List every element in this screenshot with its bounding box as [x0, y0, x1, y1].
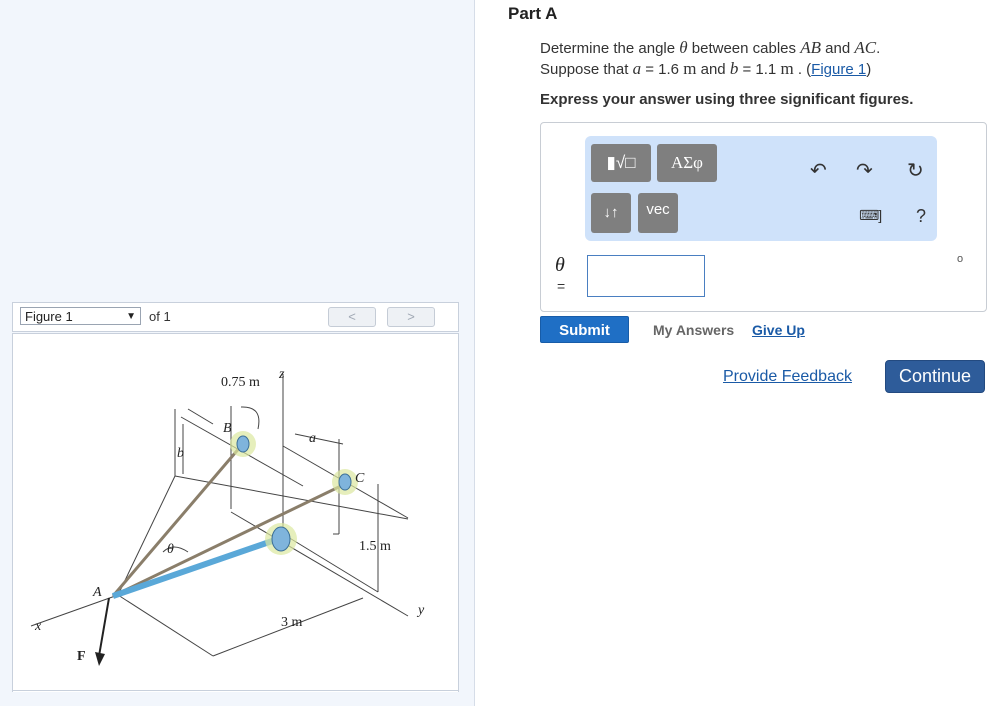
figure-toolbar: Figure 1 ▼ of 1 < > — [12, 302, 459, 332]
arrows-icon: ↓↑ — [603, 204, 619, 221]
provide-feedback-link[interactable]: Provide Feedback — [723, 368, 852, 386]
help-button[interactable]: ? — [916, 206, 926, 227]
dimension-b-label: b — [177, 446, 184, 461]
axis-x-label: x — [34, 619, 42, 634]
force-f-label: F — [77, 649, 86, 664]
greek-icon: ΑΣφ — [671, 153, 703, 172]
figure-image: 0.75 m z B a b C θ 1.5 m A x y 3 m F — [12, 333, 459, 692]
question-prefix: Determine the angle — [540, 40, 680, 57]
submit-button[interactable]: Submit — [540, 316, 629, 343]
redo-icon[interactable]: ↷ — [856, 158, 873, 183]
axis-y-label: y — [416, 603, 425, 618]
point-c-label: C — [355, 471, 365, 486]
my-answers-link[interactable]: My Answers — [653, 322, 734, 338]
undo-icon[interactable]: ↶ — [810, 158, 827, 183]
a-value: = 1.6 — [641, 61, 684, 78]
dimension-075m: 0.75 m — [221, 375, 260, 390]
answer-box: ▮√□ ΑΣφ ↓↑ vec ↶ ↷ ↻ ⌨] ? θ = o — [540, 122, 987, 312]
angle-theta-label: θ — [167, 542, 174, 557]
next-figure-button[interactable]: > — [387, 307, 435, 327]
dimension-3m: 3 m — [281, 615, 303, 630]
theta-symbol: θ — [679, 38, 688, 57]
question-period: . — [876, 40, 881, 57]
figure-divider — [12, 690, 459, 691]
question-and: and — [820, 40, 855, 57]
unit-m: m — [683, 59, 697, 78]
vec-button[interactable]: vec — [638, 193, 678, 233]
prev-figure-button[interactable]: < — [328, 307, 376, 327]
point-b-label: B — [223, 421, 232, 436]
axis-z-label: z — [278, 367, 285, 382]
give-up-link[interactable]: Give Up — [752, 322, 805, 338]
arrows-button[interactable]: ↓↑ — [591, 193, 631, 233]
continue-button[interactable]: Continue — [885, 360, 985, 393]
chevron-left-icon: < — [348, 309, 356, 324]
dot-paren: . ( — [793, 61, 812, 78]
figure-count: of 1 — [149, 309, 171, 324]
greek-symbols-button[interactable]: ΑΣφ — [657, 144, 717, 182]
figure-diagram: 0.75 m z B a b C θ 1.5 m A x y 3 m F — [30, 367, 425, 666]
close-paren: ) — [866, 61, 872, 78]
cable-ab: AB — [800, 38, 821, 57]
figure-link[interactable]: Figure 1 — [811, 61, 866, 78]
part-title: Part A — [508, 4, 558, 23]
b-value: = 1.1 — [738, 61, 781, 78]
figure-select[interactable]: Figure 1 ▼ — [20, 307, 141, 325]
instruction-text: Express your answer using three signific… — [540, 91, 914, 108]
answer-equals: = — [557, 278, 566, 294]
templates-button[interactable]: ▮√□ — [591, 144, 651, 182]
figure-pane: Figure 1 ▼ of 1 < > 0.75 m z B a b C θ 1… — [0, 0, 475, 706]
dimension-a-label: a — [309, 431, 316, 446]
templates-icon: ▮√□ — [606, 153, 636, 172]
question-text: Determine the angle θ between cables AB … — [540, 38, 960, 80]
answer-variable: θ — [555, 254, 565, 276]
cable-ac: AC — [854, 38, 877, 57]
reset-icon[interactable]: ↻ — [907, 158, 924, 183]
chevron-right-icon: > — [407, 309, 415, 324]
and-text: and — [696, 61, 730, 78]
unit-m-2: m — [780, 59, 794, 78]
suppose-prefix: Suppose that — [540, 61, 633, 78]
math-toolbar: ▮√□ ΑΣφ ↓↑ vec ↶ ↷ ↻ ⌨] ? — [585, 136, 937, 241]
answer-input[interactable] — [587, 255, 705, 297]
point-a-label: A — [92, 585, 102, 600]
vec-label: vec — [646, 201, 670, 218]
keyboard-icon[interactable]: ⌨] — [859, 207, 882, 224]
figure-select-value: Figure 1 — [25, 309, 73, 324]
question-mid: between cables — [687, 40, 801, 57]
small-marker: o — [957, 253, 964, 265]
dropdown-arrow-icon: ▼ — [126, 311, 136, 322]
dimension-15m: 1.5 m — [359, 539, 391, 554]
var-a: a — [632, 59, 642, 78]
